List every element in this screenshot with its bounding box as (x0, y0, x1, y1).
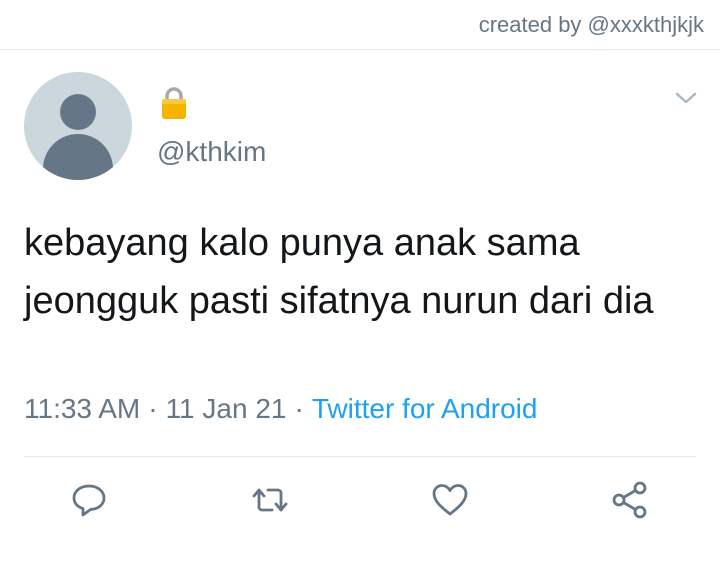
retweet-button[interactable] (248, 480, 292, 524)
reply-icon (69, 480, 109, 525)
actions-divider (24, 456, 696, 457)
lock-icon (159, 86, 189, 125)
user-handle[interactable]: @kthkim (157, 136, 266, 168)
avatar[interactable] (24, 72, 132, 180)
tweet-date: 11 Jan 21 (165, 393, 287, 424)
tweet-time: 11:33 AM (24, 393, 141, 424)
tweet-meta: 11:33 AM · 11 Jan 21 · Twitter for Android (24, 393, 537, 425)
like-icon (430, 480, 470, 525)
share-button[interactable] (608, 480, 652, 524)
tweet-text: kebayang kalo punya anak sama jeongguk p… (24, 222, 654, 322)
creator-credit: created by @xxxkthjkjk (478, 12, 704, 37)
tweet-source-link[interactable]: Twitter for Android (312, 393, 538, 424)
reply-button[interactable] (67, 480, 111, 524)
avatar-body-shape (43, 134, 113, 180)
share-icon (610, 480, 650, 525)
top-divider (0, 49, 720, 50)
chevron-down-icon[interactable] (674, 90, 698, 111)
meta-separator: · (148, 393, 158, 424)
retweet-icon (248, 480, 292, 525)
meta-separator: · (294, 393, 304, 424)
like-button[interactable] (428, 480, 472, 524)
avatar-head-shape (60, 94, 96, 130)
